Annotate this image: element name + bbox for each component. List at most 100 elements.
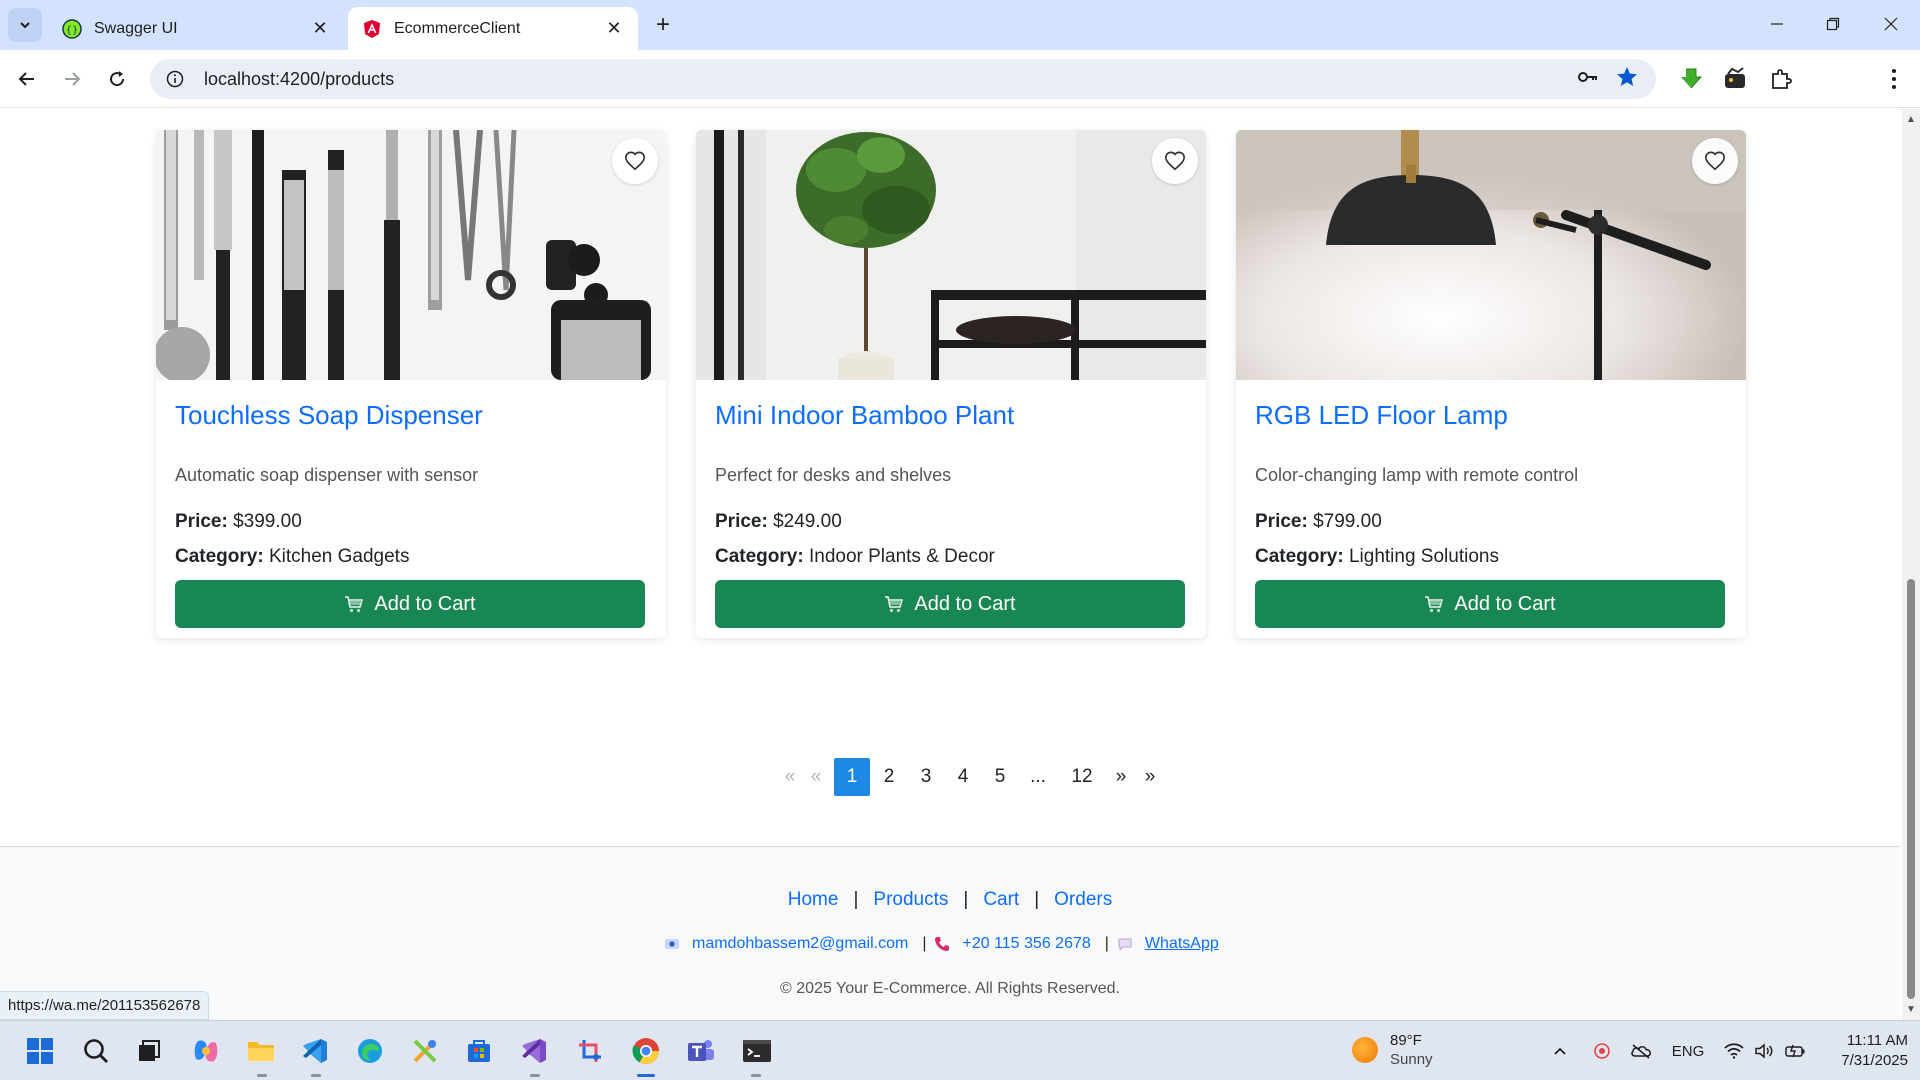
scroll-up-icon[interactable]: ▲ — [1906, 115, 1916, 125]
arrow-left-icon — [18, 72, 34, 86]
angular-icon — [364, 19, 380, 38]
footer-email-link[interactable]: mamdohbassem2@gmail.com — [692, 935, 908, 953]
scroll-down-icon[interactable]: ▼ — [1906, 1005, 1916, 1015]
task-view-icon[interactable] — [133, 1035, 165, 1067]
svg-text:{}: {} — [66, 25, 79, 36]
close-icon[interactable]: ✕ — [310, 18, 330, 39]
reload-icon — [110, 71, 125, 87]
back-button[interactable] — [12, 64, 42, 94]
teams-icon[interactable] — [685, 1035, 717, 1067]
vscode-icon[interactable] — [299, 1035, 331, 1067]
product-image — [696, 130, 1206, 380]
browser-menu-icon[interactable] — [1879, 64, 1909, 94]
footer-phone-link[interactable]: +20 115 356 2678 — [962, 935, 1090, 953]
active-indicator — [637, 1074, 655, 1077]
tab-search-button[interactable] — [8, 8, 42, 42]
page-button-1[interactable]: 1 — [834, 758, 870, 796]
page-button-2[interactable]: 2 — [871, 758, 907, 796]
copilot-icon[interactable] — [190, 1035, 222, 1067]
heart-icon — [1705, 151, 1725, 171]
minimize-icon[interactable] — [1765, 12, 1789, 36]
product-image — [1236, 130, 1746, 380]
file-explorer-icon[interactable] — [245, 1035, 277, 1067]
running-indicator — [311, 1074, 321, 1077]
page-button-3[interactable]: 3 — [908, 758, 944, 796]
reload-button[interactable] — [102, 64, 132, 94]
page-scrollbar[interactable]: ▲ ▼ — [1902, 109, 1920, 1020]
product-price: Price: $249.00 — [715, 511, 842, 532]
product-price: Price: $799.00 — [1255, 511, 1382, 532]
language-indicator[interactable]: ENG — [1670, 1039, 1706, 1063]
footer-link-cart[interactable]: Cart — [983, 889, 1019, 910]
snipping-tool-icon[interactable] — [574, 1035, 606, 1067]
terminal-icon[interactable] — [741, 1035, 773, 1067]
page-button-12[interactable]: 12 — [1064, 758, 1100, 796]
product-title[interactable]: RGB LED Floor Lamp — [1255, 400, 1508, 431]
prev-page-button[interactable]: « — [798, 758, 834, 796]
link-status-bubble: https://wa.me/201153562678 — [0, 991, 210, 1020]
running-indicator — [257, 1074, 267, 1077]
add-to-cart-button[interactable]: Add to Cart — [175, 580, 645, 628]
download-extension-icon[interactable] — [1676, 64, 1706, 94]
footer-link-products[interactable]: Products — [873, 889, 948, 910]
favorite-button[interactable] — [1692, 138, 1738, 184]
onedrive-off-icon[interactable] — [1628, 1039, 1654, 1063]
page-button-4[interactable]: 4 — [945, 758, 981, 796]
volume-icon[interactable] — [1752, 1039, 1776, 1063]
product-title[interactable]: Mini Indoor Bamboo Plant — [715, 400, 1014, 431]
site-info-icon[interactable] — [164, 68, 186, 90]
chevron-down-icon — [20, 22, 30, 29]
tab-swagger-ui[interactable]: {} Swagger UI ✕ — [48, 7, 344, 50]
new-tab-button[interactable]: + — [650, 11, 676, 38]
chevron-up-icon[interactable] — [1550, 1039, 1570, 1063]
address-bar[interactable]: localhost:4200/products — [150, 59, 1656, 99]
last-page-button[interactable]: » — [1132, 758, 1168, 796]
footer-link-orders[interactable]: Orders — [1054, 889, 1112, 910]
wifi-icon[interactable] — [1722, 1039, 1746, 1063]
product-image — [156, 130, 666, 380]
restore-icon[interactable] — [1821, 12, 1845, 36]
sun-icon — [1352, 1037, 1378, 1063]
search-icon[interactable] — [80, 1035, 112, 1067]
url-text[interactable]: localhost:4200/products — [204, 69, 394, 90]
scrollbar-thumb[interactable] — [1907, 579, 1915, 999]
system-clock[interactable]: 11:11 AM 7/31/2025 — [1818, 1031, 1908, 1071]
page-button-5[interactable]: 5 — [982, 758, 1018, 796]
puzzle-extensions-icon[interactable] — [1766, 64, 1796, 94]
close-icon[interactable]: ✕ — [604, 18, 624, 39]
tab-ecommerce-client[interactable]: EcommerceClient ✕ — [348, 7, 638, 50]
weather-temperature: 89°F — [1390, 1032, 1422, 1049]
add-to-cart-button[interactable]: Add to Cart — [715, 580, 1185, 628]
site-footer: Home | Products | Cart | Orders mamdohbassem2@… — [0, 846, 1900, 1020]
favorite-button[interactable] — [612, 138, 658, 184]
password-key-icon[interactable] — [1573, 62, 1603, 92]
edge-icon[interactable] — [354, 1035, 386, 1067]
footer-whatsapp-link[interactable]: WhatsApp — [1145, 935, 1219, 953]
add-to-cart-button[interactable]: Add to Cart — [1255, 580, 1725, 628]
weather-widget[interactable]: 89°F Sunny — [1352, 1031, 1433, 1069]
tray-app-icon[interactable] — [1590, 1039, 1614, 1063]
windows-start-icon[interactable] — [24, 1035, 56, 1067]
battery-charging-icon[interactable] — [1782, 1039, 1808, 1063]
cart-icon — [344, 595, 364, 613]
email-icon — [664, 937, 680, 951]
forward-button[interactable] — [57, 64, 87, 94]
windows-taskbar: 89°F Sunny ENG 11:11 AM 7/31/2025 — [0, 1020, 1920, 1080]
footer-link-home[interactable]: Home — [788, 889, 839, 910]
extension-icon[interactable] — [1720, 64, 1750, 94]
chrome-icon[interactable] — [630, 1035, 662, 1067]
arrow-right-icon — [65, 72, 81, 86]
store-icon[interactable] — [463, 1035, 495, 1067]
page-viewport: Touchless Soap Dispenser Automatic soap … — [0, 109, 1900, 1020]
mixed-app-icon[interactable] — [409, 1035, 441, 1067]
chat-bubble-icon — [1117, 937, 1133, 951]
bookmark-star-icon[interactable] — [1612, 62, 1642, 92]
favorite-button[interactable] — [1152, 138, 1198, 184]
close-window-icon[interactable] — [1879, 12, 1903, 36]
visual-studio-icon[interactable] — [518, 1035, 550, 1067]
tab-title: EcommerceClient — [394, 19, 521, 37]
running-indicator — [751, 1074, 761, 1077]
heart-icon — [1165, 151, 1185, 171]
page-ellipsis: ... — [1030, 766, 1046, 787]
product-title[interactable]: Touchless Soap Dispenser — [175, 400, 483, 431]
